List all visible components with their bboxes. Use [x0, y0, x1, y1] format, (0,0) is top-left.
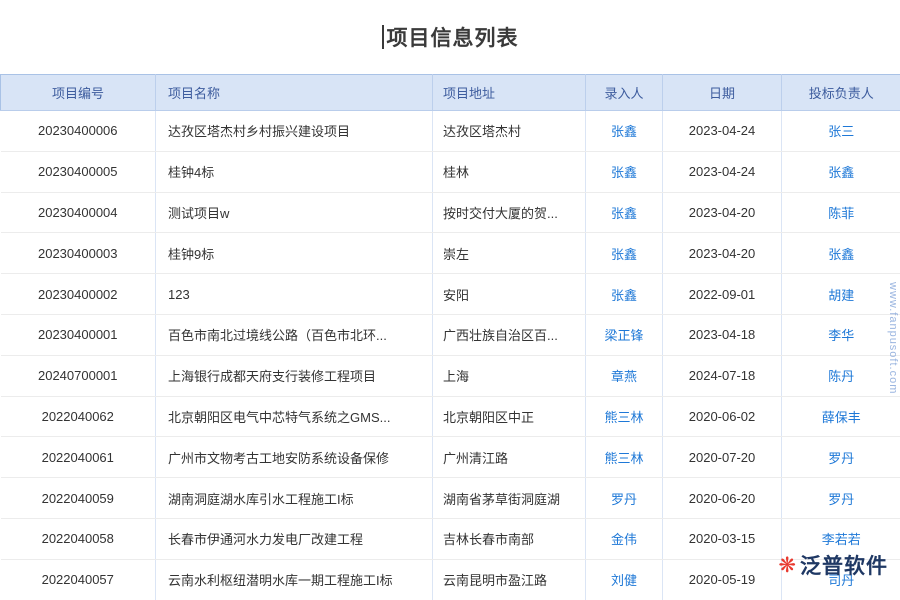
bid-manager-link[interactable]: 张三: [782, 111, 900, 152]
cell-name: 达孜区塔杰村乡村振兴建设项目: [156, 111, 433, 152]
cell-address: 北京朝阳区中正: [433, 396, 586, 437]
project-table: 项目编号项目名称项目地址录入人日期投标负责人 20230400006达孜区塔杰村…: [0, 74, 900, 600]
entry-user-link[interactable]: 张鑫: [586, 192, 663, 233]
bid-manager-link[interactable]: 胡建: [782, 274, 900, 315]
cell-code: 2022040062: [1, 396, 156, 437]
table-row[interactable]: 20230400001百色市南北过境线公路（百色市北环...广西壮族自治区百..…: [1, 314, 900, 355]
cell-address: 吉林长春市南部: [433, 518, 586, 559]
table-row[interactable]: 2022040058长春市伊通河水力发电厂改建工程吉林长春市南部金伟2020-0…: [1, 518, 900, 559]
cell-name: 123: [156, 274, 433, 315]
cell-code: 2022040057: [1, 559, 156, 600]
entry-user-link[interactable]: 张鑫: [586, 233, 663, 274]
bid-manager-link[interactable]: 李若若: [782, 518, 900, 559]
table-row[interactable]: 2022040057云南水利枢纽潜明水库一期工程施工I标云南昆明市盈江路刘健20…: [1, 559, 900, 600]
cell-address: 广西壮族自治区百...: [433, 314, 586, 355]
bid-manager-link[interactable]: 陈菲: [782, 192, 900, 233]
entry-user-link[interactable]: 金伟: [586, 518, 663, 559]
table-row[interactable]: 20230400004测试项目w按时交付大厦的贺...张鑫2023-04-20陈…: [1, 192, 900, 233]
column-header-date: 日期: [663, 75, 782, 111]
title-bar: 项目信息列表: [0, 0, 900, 74]
entry-user-link[interactable]: 熊三林: [586, 437, 663, 478]
cell-date: 2023-04-24: [663, 151, 782, 192]
entry-user-link[interactable]: 张鑫: [586, 274, 663, 315]
project-info-page: 项目信息列表 项目编号项目名称项目地址录入人日期投标负责人 2023040000…: [0, 0, 900, 600]
cell-code: 20230400003: [1, 233, 156, 274]
table-header: 项目编号项目名称项目地址录入人日期投标负责人: [1, 75, 900, 111]
cell-code: 20230400004: [1, 192, 156, 233]
bid-manager-link[interactable]: 罗丹: [782, 437, 900, 478]
column-header-address: 项目地址: [433, 75, 586, 111]
cell-address: 云南昆明市盈江路: [433, 559, 586, 600]
table-row[interactable]: 20240700001上海银行成都天府支行装修工程项目上海章燕2024-07-1…: [1, 355, 900, 396]
cell-address: 桂林: [433, 151, 586, 192]
cell-name: 北京朝阳区电气中芯特气系统之GMS...: [156, 396, 433, 437]
bid-manager-link[interactable]: 陈丹: [782, 355, 900, 396]
cell-address: 上海: [433, 355, 586, 396]
cell-date: 2023-04-24: [663, 111, 782, 152]
cell-code: 20230400002: [1, 274, 156, 315]
bid-manager-link[interactable]: 罗丹: [782, 478, 900, 519]
cell-address: 广州清江路: [433, 437, 586, 478]
cell-address: 按时交付大厦的贺...: [433, 192, 586, 233]
bid-manager-link[interactable]: 李华: [782, 314, 900, 355]
page-title: 项目信息列表: [387, 22, 519, 52]
entry-user-link[interactable]: 梁正锋: [586, 314, 663, 355]
table-row[interactable]: 20230400005桂钟4标桂林张鑫2023-04-24张鑫: [1, 151, 900, 192]
cell-date: 2023-04-18: [663, 314, 782, 355]
cell-date: 2022-09-01: [663, 274, 782, 315]
bid-manager-link[interactable]: 薛保丰: [782, 396, 900, 437]
cell-date: 2020-06-02: [663, 396, 782, 437]
entry-user-link[interactable]: 罗丹: [586, 478, 663, 519]
cell-date: 2023-04-20: [663, 192, 782, 233]
cell-date: 2020-06-20: [663, 478, 782, 519]
column-header-name: 项目名称: [156, 75, 433, 111]
cell-name: 测试项目w: [156, 192, 433, 233]
entry-user-link[interactable]: 张鑫: [586, 151, 663, 192]
cell-name: 桂钟4标: [156, 151, 433, 192]
bid-manager-link[interactable]: 司丹: [782, 559, 900, 600]
cell-code: 2022040061: [1, 437, 156, 478]
cell-date: 2023-04-20: [663, 233, 782, 274]
cell-date: 2020-03-15: [663, 518, 782, 559]
cell-code: 2022040059: [1, 478, 156, 519]
cell-address: 湖南省茅草街洞庭湖: [433, 478, 586, 519]
cell-code: 2022040058: [1, 518, 156, 559]
table-row[interactable]: 20230400006达孜区塔杰村乡村振兴建设项目达孜区塔杰村张鑫2023-04…: [1, 111, 900, 152]
cell-date: 2024-07-18: [663, 355, 782, 396]
entry-user-link[interactable]: 张鑫: [586, 111, 663, 152]
cell-name: 湖南洞庭湖水库引水工程施工I标: [156, 478, 433, 519]
cell-name: 百色市南北过境线公路（百色市北环...: [156, 314, 433, 355]
column-header-manager: 投标负责人: [782, 75, 900, 111]
table-body: 20230400006达孜区塔杰村乡村振兴建设项目达孜区塔杰村张鑫2023-04…: [1, 111, 900, 600]
column-header-code: 项目编号: [1, 75, 156, 111]
column-header-entry: 录入人: [586, 75, 663, 111]
cell-code: 20240700001: [1, 355, 156, 396]
cell-address: 达孜区塔杰村: [433, 111, 586, 152]
cell-code: 20230400006: [1, 111, 156, 152]
cell-date: 2020-07-20: [663, 437, 782, 478]
cell-name: 长春市伊通河水力发电厂改建工程: [156, 518, 433, 559]
table-row[interactable]: 20230400002123安阳张鑫2022-09-01胡建: [1, 274, 900, 315]
table-row[interactable]: 2022040059湖南洞庭湖水库引水工程施工I标湖南省茅草街洞庭湖罗丹2020…: [1, 478, 900, 519]
cell-name: 广州市文物考古工地安防系统设备保修: [156, 437, 433, 478]
entry-user-link[interactable]: 刘健: [586, 559, 663, 600]
cell-code: 20230400005: [1, 151, 156, 192]
table-row[interactable]: 20230400003桂钟9标崇左张鑫2023-04-20张鑫: [1, 233, 900, 274]
table-row[interactable]: 2022040062北京朝阳区电气中芯特气系统之GMS...北京朝阳区中正熊三林…: [1, 396, 900, 437]
cell-address: 崇左: [433, 233, 586, 274]
cell-name: 桂钟9标: [156, 233, 433, 274]
entry-user-link[interactable]: 章燕: [586, 355, 663, 396]
entry-user-link[interactable]: 熊三林: [586, 396, 663, 437]
bid-manager-link[interactable]: 张鑫: [782, 233, 900, 274]
cell-address: 安阳: [433, 274, 586, 315]
cell-code: 20230400001: [1, 314, 156, 355]
text-cursor: [382, 25, 384, 49]
cell-date: 2020-05-19: [663, 559, 782, 600]
bid-manager-link[interactable]: 张鑫: [782, 151, 900, 192]
table-row[interactable]: 2022040061广州市文物考古工地安防系统设备保修广州清江路熊三林2020-…: [1, 437, 900, 478]
table-header-row: 项目编号项目名称项目地址录入人日期投标负责人: [1, 75, 900, 111]
cell-name: 云南水利枢纽潜明水库一期工程施工I标: [156, 559, 433, 600]
cell-name: 上海银行成都天府支行装修工程项目: [156, 355, 433, 396]
